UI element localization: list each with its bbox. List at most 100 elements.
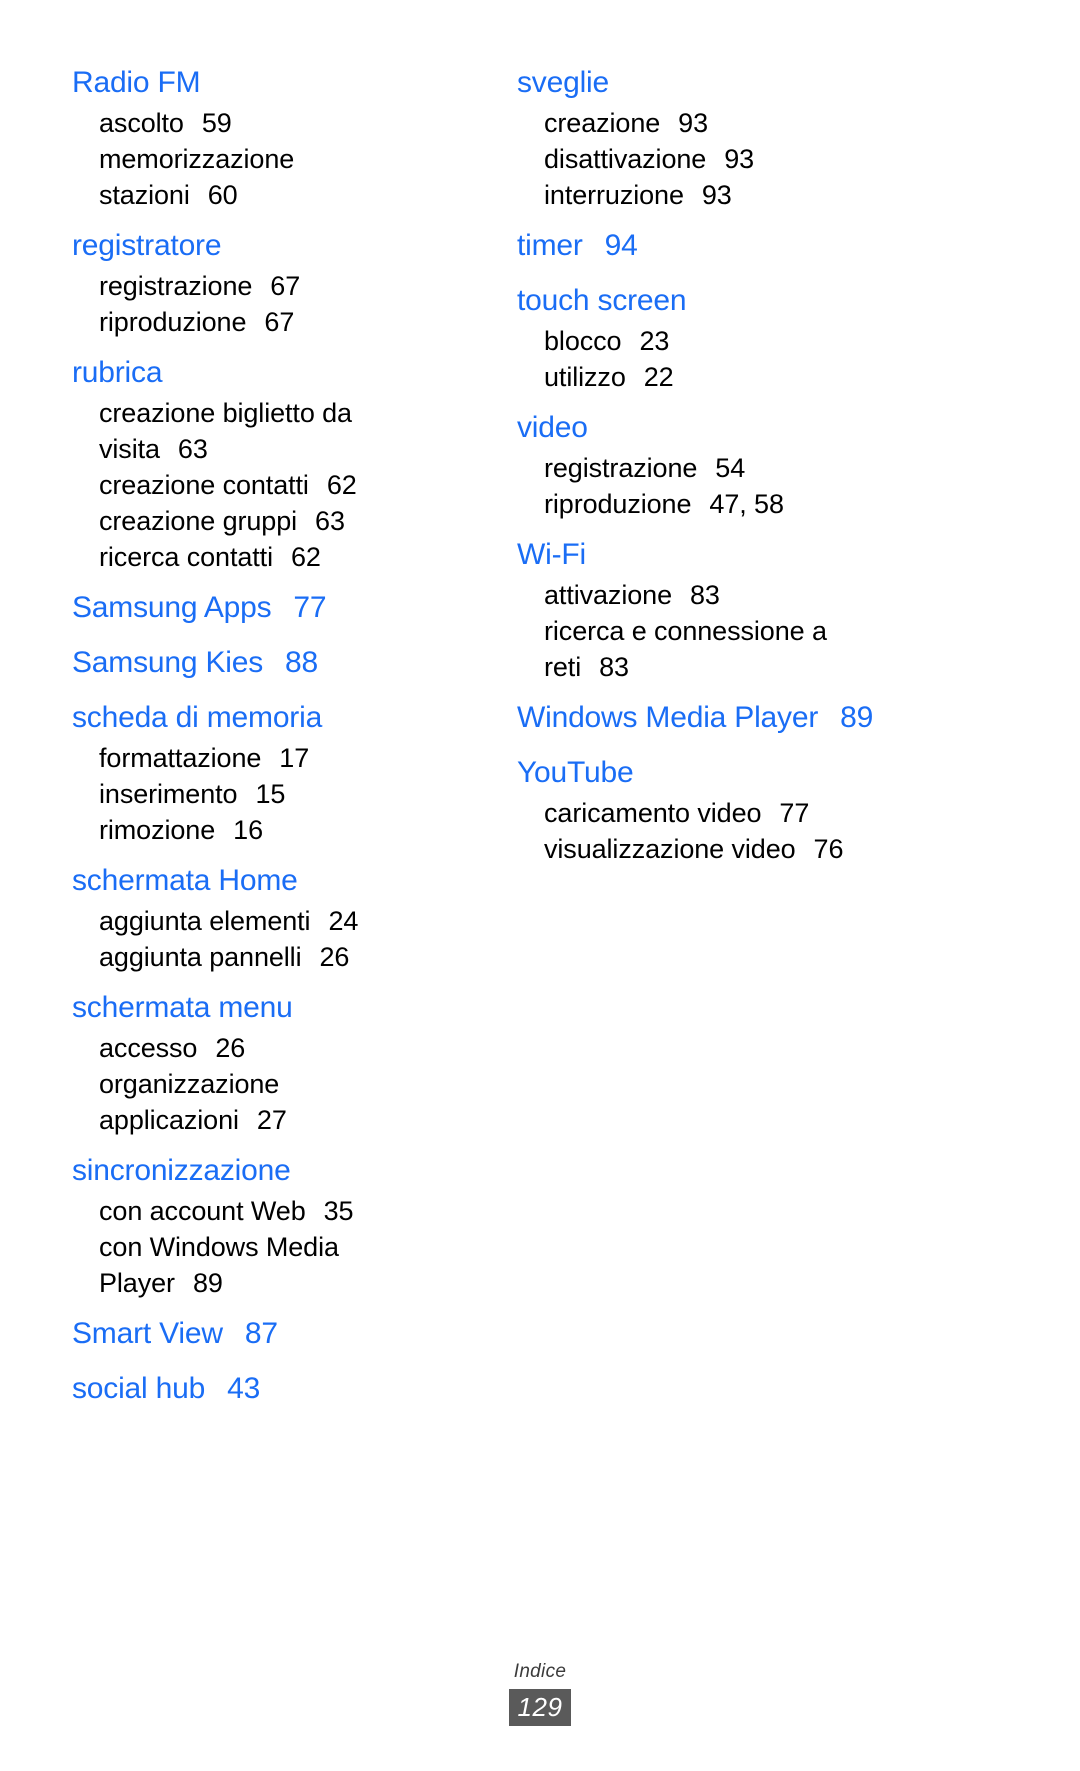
index-entry[interactable]: inserimento 15 (72, 776, 492, 812)
index-group-heading[interactable]: rubrica (72, 350, 492, 395)
index-group-title: rubrica (72, 356, 163, 389)
index-group-heading[interactable]: sveglie (517, 60, 937, 105)
index-entry[interactable]: riproduzione 67 (72, 304, 492, 340)
index-group-heading[interactable]: Windows Media Player 89 (517, 695, 937, 740)
index-entry[interactable]: riproduzione 47, 58 (517, 486, 937, 522)
index-group-title: sincronizzazione (72, 1154, 291, 1187)
index-group: schermata Home aggiunta elementi 24 aggiunt… (72, 858, 492, 975)
index-entry[interactable]: applicazioni 27 (72, 1102, 492, 1138)
index-entry[interactable]: registrazione 54 (517, 450, 937, 486)
index-entry[interactable]: utilizzo 22 (517, 359, 937, 395)
index-entry-page-number: 22 (643, 362, 674, 392)
index-group-title: registratore (72, 229, 222, 262)
index-entry[interactable]: aggiunta elementi 24 (72, 903, 492, 939)
index-entry[interactable]: interruzione 93 (517, 177, 937, 213)
index-group-title: schermata Home (72, 864, 298, 897)
index-group: touch screen blocco 23 utilizzo 22 (517, 278, 937, 395)
index-group-title: scheda di memoria (72, 701, 323, 734)
index-entry-page-number: 26 (215, 1033, 246, 1063)
index-entry-page-number: 24 (328, 906, 359, 936)
index-entry-label: registrazione (544, 453, 698, 483)
index-group-title: Wi-Fi (517, 538, 586, 571)
index-group-heading[interactable]: Smart View 87 (72, 1311, 492, 1356)
index-entry-page-number: 76 (813, 834, 844, 864)
index-entry[interactable]: ricerca e connessione a (517, 613, 937, 649)
index-entry[interactable]: registrazione 67 (72, 268, 492, 304)
index-entry[interactable]: reti 83 (517, 649, 937, 685)
index-entry-label: ricerca contatti (99, 542, 273, 572)
index-group-title: YouTube (517, 756, 634, 789)
index-entry[interactable]: creazione 93 (517, 105, 937, 141)
index-entry-page-number: 67 (270, 271, 301, 301)
index-entry[interactable]: ricerca contatti 62 (72, 539, 492, 575)
index-entry[interactable]: organizzazione (72, 1066, 492, 1102)
index-entry-page-number: 77 (779, 798, 810, 828)
index-group-title: Windows Media Player (517, 701, 819, 734)
index-entry[interactable]: aggiunta pannelli 26 (72, 939, 492, 975)
index-entry[interactable]: ascolto 59 (72, 105, 492, 141)
index-group-heading[interactable]: timer 94 (517, 223, 937, 268)
index-entry[interactable]: creazione biglietto da (72, 395, 492, 431)
index-entry[interactable]: accesso 26 (72, 1030, 492, 1066)
index-entry-page-number: 83 (599, 652, 629, 682)
index-group-heading[interactable]: Samsung Apps 77 (72, 585, 492, 630)
index-entry[interactable]: creazione gruppi 63 (72, 503, 492, 539)
index-entry-label: ricerca e connessione a (544, 616, 827, 646)
index-entry[interactable]: attivazione 83 (517, 577, 937, 613)
index-entry[interactable]: rimozione 16 (72, 812, 492, 848)
index-group-title: Samsung Kies (72, 646, 264, 679)
index-entry-page-number: 83 (689, 580, 720, 610)
index-entry-label: registrazione (99, 271, 253, 301)
index-group-heading[interactable]: video (517, 405, 937, 450)
index-entry-page-number: 63 (177, 434, 208, 464)
index-entry[interactable]: formattazione 17 (72, 740, 492, 776)
index-group: scheda di memoria formattazione 17 inserime… (72, 695, 492, 848)
index-entry-page-number: 54 (715, 453, 746, 483)
index-group-title: social hub (72, 1372, 206, 1405)
index-entry-label: interruzione (544, 180, 684, 210)
index-group-heading[interactable]: Wi-Fi (517, 532, 937, 577)
index-group-heading[interactable]: schermata menu (72, 985, 492, 1030)
index-entry[interactable]: con account Web 35 (72, 1193, 492, 1229)
index-column-left: Radio FM ascolto 59 memorizzazione stazioni 6… (72, 60, 492, 1421)
index-entry[interactable]: creazione contatti 62 (72, 467, 492, 503)
index-group: social hub 43 (72, 1366, 492, 1411)
index-entry[interactable]: caricamento video 77 (517, 795, 937, 831)
index-entry-label: inserimento (99, 779, 238, 809)
index-entry-page-number: 93 (701, 180, 732, 210)
index-group-heading[interactable]: Samsung Kies 88 (72, 640, 492, 685)
index-group-heading[interactable]: sincronizzazione (72, 1148, 492, 1193)
index-entry-page-number: 59 (201, 108, 232, 138)
index-group-heading[interactable]: social hub 43 (72, 1366, 492, 1411)
index-group-heading[interactable]: scheda di memoria (72, 695, 492, 740)
index-entry[interactable]: stazioni 60 (72, 177, 492, 213)
index-group-heading[interactable]: touch screen (517, 278, 937, 323)
index-entry[interactable]: memorizzazione (72, 141, 492, 177)
index-entry-label: rimozione (99, 815, 216, 845)
index-entry-label: disattivazione (544, 144, 707, 174)
index-group-heading[interactable]: registratore (72, 223, 492, 268)
index-group-heading[interactable]: YouTube (517, 750, 937, 795)
index-group: registratore registrazione 67 riproduzione 6… (72, 223, 492, 340)
index-entry[interactable]: con Windows Media (72, 1229, 492, 1265)
index-group-heading[interactable]: Radio FM (72, 60, 492, 105)
index-group-heading[interactable]: schermata Home (72, 858, 492, 903)
index-columns: Radio FM ascolto 59 memorizzazione stazioni 6… (0, 60, 1080, 1421)
index-entry[interactable]: visita 63 (72, 431, 492, 467)
index-group-page-number: 77 (293, 591, 327, 624)
index-group-title: Smart View (72, 1317, 223, 1350)
index-group: Samsung Apps 77 (72, 585, 492, 630)
index-entry-label: memorizzazione (99, 144, 295, 174)
index-entry-label: ascolto (99, 108, 184, 138)
index-group-title: video (517, 411, 588, 444)
index-group-title: schermata menu (72, 991, 293, 1024)
index-group: sveglie creazione 93 disattivazione 93 interr… (517, 60, 937, 213)
index-group: Samsung Kies 88 (72, 640, 492, 685)
index-entry[interactable]: disattivazione 93 (517, 141, 937, 177)
index-entry-label: creazione gruppi (99, 506, 298, 536)
index-entry[interactable]: Player 89 (72, 1265, 492, 1301)
index-entry[interactable]: blocco 23 (517, 323, 937, 359)
index-entry[interactable]: visualizzazione video 76 (517, 831, 937, 867)
index-group: Windows Media Player 89 (517, 695, 937, 740)
index-entry-page-number: 35 (323, 1196, 354, 1226)
